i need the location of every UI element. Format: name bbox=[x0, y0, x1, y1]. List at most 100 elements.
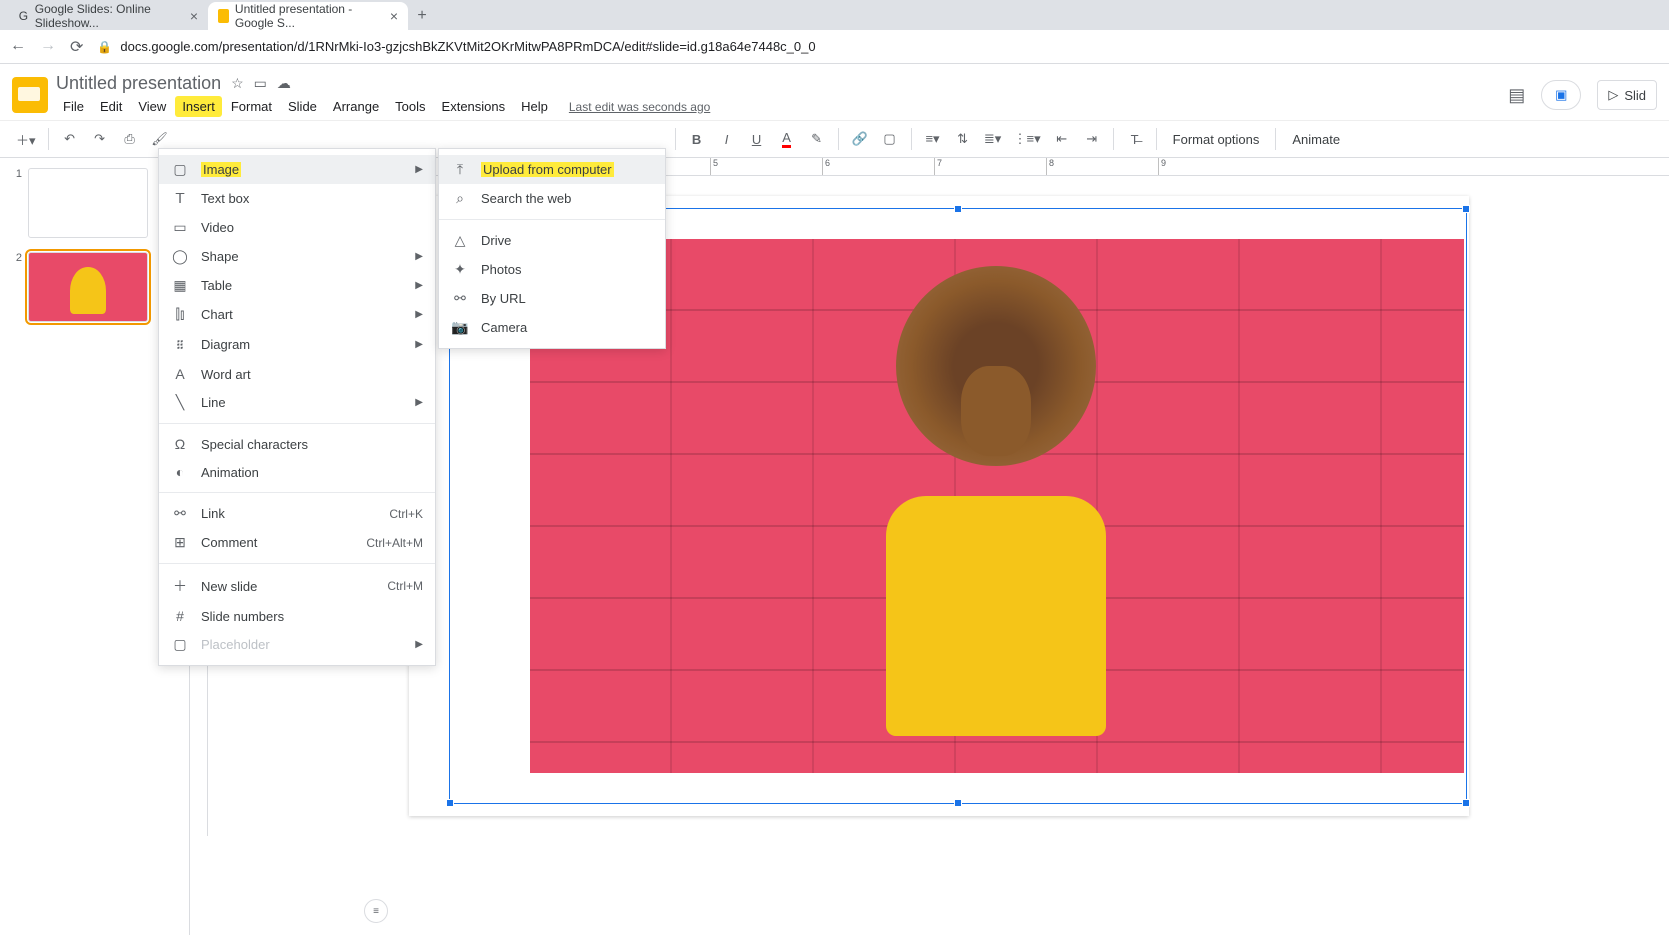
slideshow-button[interactable]: ▷ Slid bbox=[1597, 80, 1657, 110]
meet-button[interactable]: ▣ bbox=[1541, 80, 1581, 110]
slide-thumbnail-1[interactable] bbox=[28, 168, 148, 238]
italic-button[interactable]: I bbox=[714, 126, 740, 152]
insert-line-item[interactable]: ╲ Line ▶ bbox=[159, 388, 435, 417]
insert-animation-item[interactable]: ◐ Animation bbox=[159, 458, 435, 486]
placeholder-icon: ▢ bbox=[171, 636, 189, 653]
omega-icon: Ω bbox=[171, 436, 189, 452]
increase-indent-button[interactable]: ⇥ bbox=[1079, 126, 1105, 152]
by-url-item[interactable]: ⚯ By URL bbox=[439, 284, 665, 313]
insert-comment-item[interactable]: ⊞ Comment Ctrl+Alt+M bbox=[159, 528, 435, 557]
google-favicon-icon: G bbox=[18, 9, 29, 23]
forward-icon[interactable]: → bbox=[40, 37, 56, 57]
diagram-icon: ᎒᎒ bbox=[171, 335, 189, 354]
insert-special-characters-item[interactable]: Ω Special characters bbox=[159, 430, 435, 458]
slides-logo-icon[interactable] bbox=[12, 77, 48, 113]
insert-comment-button[interactable]: ▢ bbox=[877, 126, 903, 152]
insert-wordart-item[interactable]: A Word art bbox=[159, 360, 435, 388]
tab-title: Untitled presentation - Google S... bbox=[235, 2, 376, 30]
new-slide-button[interactable]: ＋▾ bbox=[12, 126, 40, 152]
clear-formatting-button[interactable]: T̶ bbox=[1122, 126, 1148, 152]
insert-chart-item[interactable]: ⫿⫾ Chart ▶ bbox=[159, 300, 435, 329]
camera-item[interactable]: 📷 Camera bbox=[439, 313, 665, 342]
comments-icon[interactable]: ▤ bbox=[1508, 85, 1525, 106]
highlight-button[interactable]: ✎ bbox=[804, 126, 830, 152]
tab-title: Google Slides: Online Slideshow... bbox=[35, 2, 176, 30]
comment-icon: ⊞ bbox=[171, 534, 189, 551]
resize-handle-bc[interactable] bbox=[954, 799, 962, 807]
slide-thumbnail-2[interactable] bbox=[28, 252, 148, 322]
menu-extensions[interactable]: Extensions bbox=[435, 96, 513, 117]
upload-from-computer-item[interactable]: ⤒ Upload from computer bbox=[439, 155, 665, 184]
drive-item[interactable]: △ Drive bbox=[439, 226, 665, 255]
chevron-right-icon: ▶ bbox=[415, 280, 423, 291]
link-icon: ⚯ bbox=[171, 505, 189, 522]
menu-edit[interactable]: Edit bbox=[93, 96, 129, 117]
menu-arrange[interactable]: Arrange bbox=[326, 96, 386, 117]
app-header: Untitled presentation ☆ ▭ ☁ File Edit Vi… bbox=[0, 64, 1669, 120]
video-icon: ▭ bbox=[171, 219, 189, 236]
star-icon[interactable]: ☆ bbox=[231, 75, 244, 92]
insert-image-item[interactable]: ▢ Image ▶ bbox=[159, 155, 435, 184]
thumb-number: 1 bbox=[10, 168, 22, 238]
chevron-right-icon: ▶ bbox=[415, 339, 423, 350]
menu-slide[interactable]: Slide bbox=[281, 96, 324, 117]
search-the-web-item[interactable]: ⌕ Search the web bbox=[439, 184, 665, 213]
redo-button[interactable]: ↷ bbox=[87, 126, 113, 152]
insert-table-item[interactable]: ▦ Table ▶ bbox=[159, 271, 435, 300]
insert-textbox-item[interactable]: 𝖳 Text box bbox=[159, 184, 435, 213]
insert-placeholder-item: ▢ Placeholder ▶ bbox=[159, 630, 435, 659]
meet-icon: ▣ bbox=[1555, 87, 1567, 103]
insert-video-item[interactable]: ▭ Video bbox=[159, 213, 435, 242]
menu-format[interactable]: Format bbox=[224, 96, 279, 117]
url-field[interactable]: 🔒 docs.google.com/presentation/d/1RNrMki… bbox=[97, 39, 1659, 54]
insert-slide-numbers-item[interactable]: # Slide numbers bbox=[159, 602, 435, 630]
speaker-notes-toggle[interactable]: ≡ bbox=[364, 899, 388, 923]
menu-file[interactable]: File bbox=[56, 96, 91, 117]
insert-shape-item[interactable]: ◯ Shape ▶ bbox=[159, 242, 435, 271]
insert-new-slide-item[interactable]: ＋ New slide Ctrl+M bbox=[159, 570, 435, 602]
text-color-button[interactable]: A bbox=[774, 126, 800, 152]
bulleted-list-button[interactable]: ⋮≡▾ bbox=[1010, 126, 1045, 152]
insert-link-button[interactable]: 🔗 bbox=[847, 126, 873, 152]
resize-handle-tc[interactable] bbox=[954, 205, 962, 213]
menu-view[interactable]: View bbox=[131, 96, 173, 117]
browser-tabs: G Google Slides: Online Slideshow... × U… bbox=[0, 0, 1669, 30]
new-tab-button[interactable]: + bbox=[408, 2, 436, 30]
photos-item[interactable]: ✦ Photos bbox=[439, 255, 665, 284]
decrease-indent-button[interactable]: ⇤ bbox=[1049, 126, 1075, 152]
cloud-icon[interactable]: ☁ bbox=[277, 75, 291, 92]
insert-link-item[interactable]: ⚯ Link Ctrl+K bbox=[159, 499, 435, 528]
insert-diagram-item[interactable]: ᎒᎒ Diagram ▶ bbox=[159, 329, 435, 360]
move-icon[interactable]: ▭ bbox=[254, 75, 267, 92]
animation-icon: ◐ bbox=[171, 464, 189, 480]
close-icon[interactable]: × bbox=[190, 8, 198, 24]
close-icon[interactable]: × bbox=[390, 8, 398, 24]
lock-icon: 🔒 bbox=[97, 40, 112, 54]
format-options-button[interactable]: Format options bbox=[1165, 132, 1268, 147]
numbered-list-button[interactable]: ≣▾ bbox=[980, 126, 1006, 152]
search-icon: ⌕ bbox=[451, 190, 469, 207]
line-spacing-button[interactable]: ⇅ bbox=[950, 126, 976, 152]
upload-icon: ⤒ bbox=[451, 161, 469, 178]
document-title[interactable]: Untitled presentation bbox=[56, 73, 221, 94]
undo-button[interactable]: ↶ bbox=[57, 126, 83, 152]
bold-button[interactable]: B bbox=[684, 126, 710, 152]
resize-handle-br[interactable] bbox=[1462, 799, 1470, 807]
underline-button[interactable]: U bbox=[744, 126, 770, 152]
browser-tab-1[interactable]: G Google Slides: Online Slideshow... × bbox=[8, 2, 208, 30]
play-icon: ▷ bbox=[1608, 87, 1618, 103]
menu-insert[interactable]: Insert bbox=[175, 96, 222, 117]
back-icon[interactable]: ← bbox=[10, 37, 26, 57]
menu-tools[interactable]: Tools bbox=[388, 96, 432, 117]
textbox-icon: 𝖳 bbox=[171, 190, 189, 207]
slide-image[interactable] bbox=[530, 239, 1464, 773]
last-edit-link[interactable]: Last edit was seconds ago bbox=[569, 100, 710, 114]
reload-icon[interactable]: ⟳ bbox=[70, 37, 83, 57]
menu-help[interactable]: Help bbox=[514, 96, 555, 117]
align-button[interactable]: ≡▾ bbox=[920, 126, 946, 152]
browser-tab-2[interactable]: Untitled presentation - Google S... × bbox=[208, 2, 408, 30]
animate-button[interactable]: Animate bbox=[1284, 132, 1348, 147]
resize-handle-bl[interactable] bbox=[446, 799, 454, 807]
resize-handle-tr[interactable] bbox=[1462, 205, 1470, 213]
print-button[interactable]: ⎙ bbox=[117, 126, 143, 152]
